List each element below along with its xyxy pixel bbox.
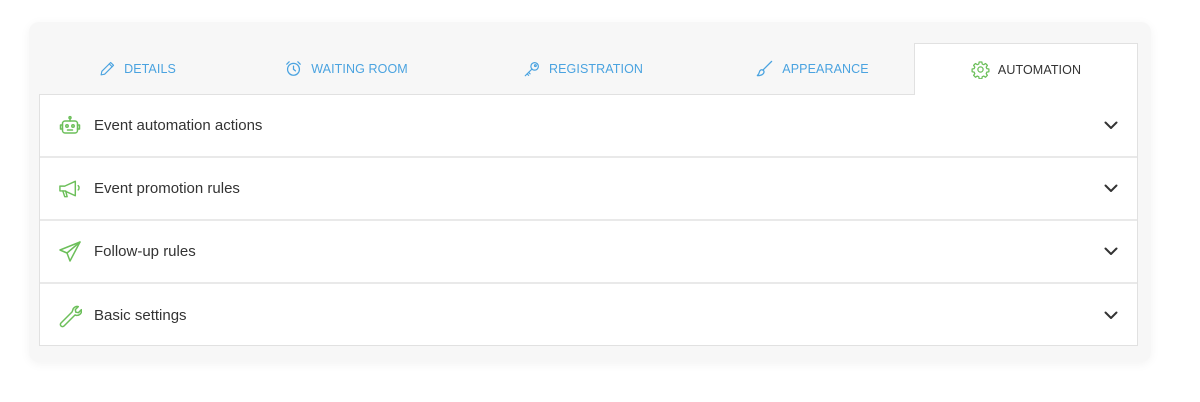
key-icon: [523, 60, 541, 78]
tab-details[interactable]: DETAILS: [39, 43, 236, 94]
tab-automation[interactable]: AUTOMATION: [914, 43, 1138, 95]
chevron-down-icon[interactable]: [1103, 181, 1119, 197]
pencil-icon: [99, 60, 116, 77]
tab-appearance[interactable]: APPEARANCE: [710, 43, 914, 94]
chevron-down-icon[interactable]: [1103, 244, 1119, 260]
tab-label: WAITING ROOM: [311, 61, 408, 76]
paper-plane-icon: [57, 239, 83, 265]
chevron-down-icon[interactable]: [1103, 308, 1119, 324]
section-label: Basic settings: [94, 307, 187, 324]
wrench-icon: [57, 303, 83, 329]
tab-waiting-room[interactable]: WAITING ROOM: [236, 43, 456, 94]
alarm-clock-icon: [284, 59, 303, 78]
tab-registration[interactable]: REGISTRATION: [456, 43, 710, 94]
section-label: Event promotion rules: [94, 180, 240, 197]
section-event-promotion-rules[interactable]: Event promotion rules: [40, 158, 1137, 221]
section-follow-up-rules[interactable]: Follow-up rules: [40, 221, 1137, 284]
section-basic-settings[interactable]: Basic settings: [40, 284, 1137, 347]
tab-label: REGISTRATION: [548, 61, 644, 76]
tab-label: DETAILS: [124, 61, 176, 76]
brush-icon: [755, 59, 774, 78]
section-event-automation-actions[interactable]: Event automation actions: [40, 95, 1137, 158]
megaphone-icon: [57, 176, 83, 202]
chevron-down-icon[interactable]: [1103, 118, 1119, 134]
settings-accordion: Event automation actions Event promotion…: [39, 94, 1138, 346]
section-label: Event automation actions: [94, 117, 263, 134]
tab-bar: DETAILS WAITING ROOM REGISTRATION APPEAR…: [39, 43, 1138, 95]
robot-icon: [57, 113, 83, 139]
gear-icon: [971, 60, 990, 79]
tab-label: AUTOMATION: [997, 62, 1082, 77]
section-label: Follow-up rules: [94, 243, 196, 260]
tab-label: APPEARANCE: [782, 61, 869, 76]
